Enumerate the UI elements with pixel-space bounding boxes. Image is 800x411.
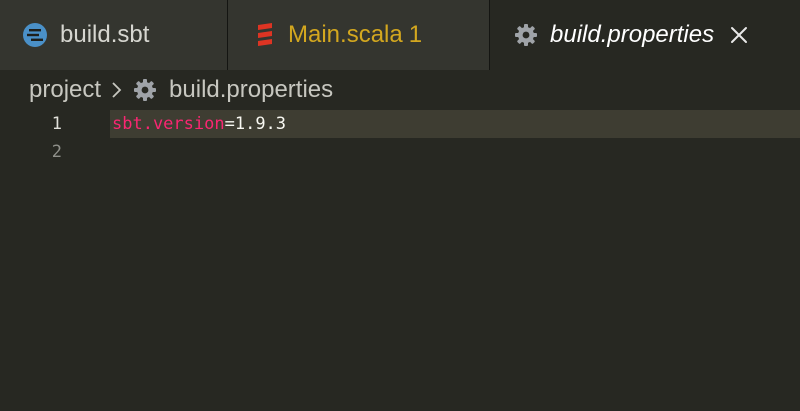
line-number: 1 [51, 114, 62, 134]
code-text[interactable]: sbt.version=1.9.3 [112, 110, 286, 138]
breadcrumb-folder[interactable]: project [29, 76, 101, 104]
sbt-icon [22, 22, 48, 48]
problem-count-badge: 1 [408, 21, 423, 48]
tab-main-scala[interactable]: Main.scala 1 [228, 0, 490, 70]
breadcrumb-file[interactable]: build.properties [169, 76, 333, 104]
code-line[interactable]: 1 sbt.version=1.9.3 [0, 110, 800, 138]
property-value: 1.9.3 [234, 114, 287, 134]
line-number: 2 [51, 142, 62, 162]
gear-icon [133, 78, 157, 102]
code-editor[interactable]: 1 sbt.version=1.9.3 2 [0, 110, 800, 411]
tab-label: build.properties [550, 21, 715, 48]
code-line[interactable]: 2 [0, 138, 800, 166]
tab-label: Main.scala [288, 21, 403, 48]
tab-label: build.sbt [60, 21, 150, 48]
breadcrumb: project build.properties [29, 74, 333, 106]
chevron-right-icon [111, 80, 123, 100]
property-key: sbt.version [112, 114, 225, 134]
close-icon[interactable] [730, 26, 748, 44]
tab-build-properties[interactable]: build.properties [490, 0, 800, 70]
equals-sign: = [224, 114, 235, 134]
gear-icon [514, 23, 538, 47]
tab-bar: build.sbt Main.scala 1 build.properties [0, 0, 800, 70]
tab-build-sbt[interactable]: build.sbt [0, 0, 228, 70]
scala-icon [257, 23, 273, 47]
